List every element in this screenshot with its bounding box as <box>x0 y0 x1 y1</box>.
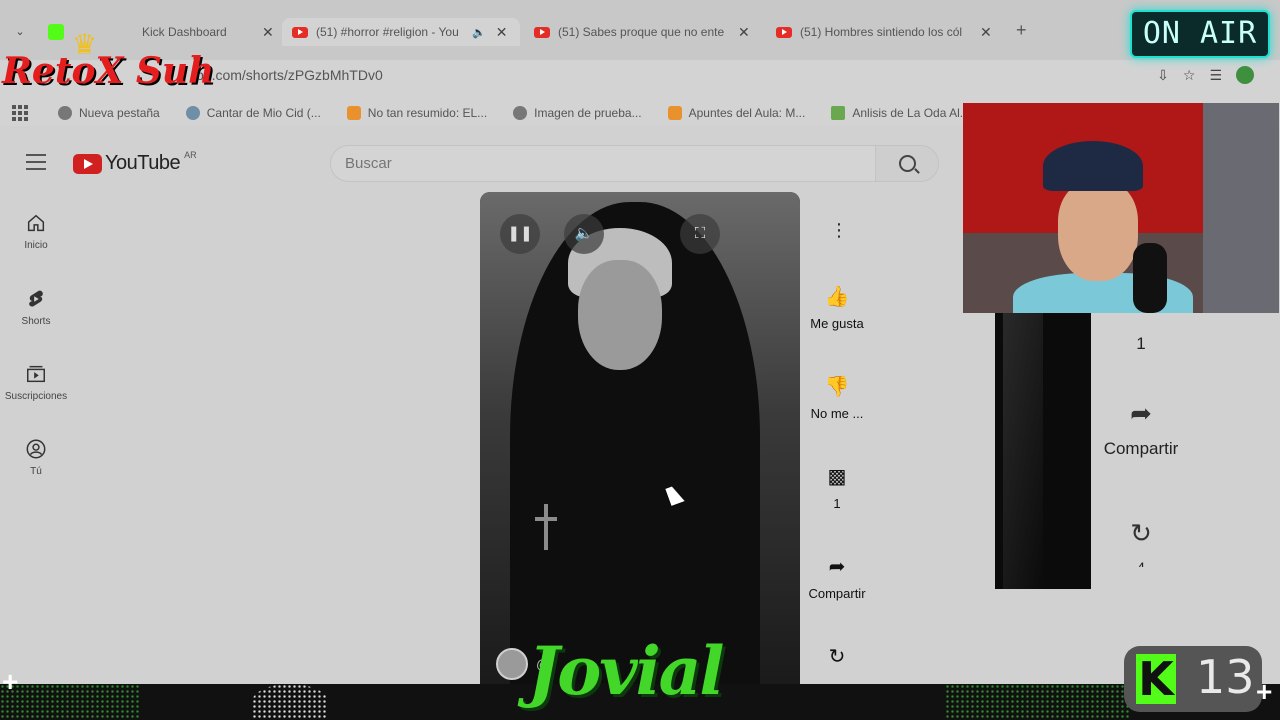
youtube-wordmark: YouTube <box>105 152 181 174</box>
kick-viewer-count: 13 <box>1196 650 1255 704</box>
cap <box>1043 141 1143 191</box>
menu-icon[interactable] <box>26 154 46 170</box>
blogger-icon <box>346 106 361 120</box>
close-tab-icon[interactable]: ✕ <box>262 24 274 41</box>
next-share-button[interactable]: ➦ Compartir <box>1096 398 1186 459</box>
share-arrow-icon: ➦ <box>828 556 846 578</box>
speaker-icon[interactable]: 🔈 <box>472 26 486 39</box>
new-tab-icon[interactable]: + <box>1016 20 1027 41</box>
media-controls-icon[interactable]: ☰ <box>1209 67 1222 84</box>
dot-pattern <box>945 684 1130 720</box>
tab-title: (51) Sabes proque que no ente <box>558 25 725 39</box>
region-code: AR <box>184 149 197 160</box>
youtube-icon <box>73 153 102 174</box>
home-icon <box>27 214 45 232</box>
bookmark-analisis-oda[interactable]: Anlisis de La Oda Al... <box>831 106 970 120</box>
blogger-icon <box>667 106 682 120</box>
pause-icon[interactable]: ❚❚ <box>500 214 540 254</box>
dot-pattern <box>252 684 328 720</box>
plus-icon: + <box>1256 676 1273 707</box>
next-short-thumbnail[interactable] <box>995 313 1091 589</box>
fullscreen-icon[interactable]: ⛶ <box>680 214 720 254</box>
dot-pattern <box>0 684 140 720</box>
kick-icon: K <box>1136 654 1176 704</box>
comment-icon: ▩ <box>827 466 847 488</box>
thumbs-down-icon: 👎 <box>824 376 850 398</box>
guide-item-inicio[interactable]: Inicio <box>0 212 72 251</box>
like-button[interactable]: 👍 Me gusta <box>802 286 872 331</box>
thumbs-up-icon: 👍 <box>824 286 850 308</box>
remix-icon: ↻ <box>1130 518 1152 548</box>
bookmark-no-tan-resumido[interactable]: No tan resumido: EL... <box>346 106 487 120</box>
url-text[interactable]: be.com/shorts/zPGzbMhTDv0 <box>196 67 383 83</box>
jovial-logo: Jovial <box>528 632 725 710</box>
bookmark-imagen-prueba[interactable]: Imagen de prueba... <box>513 106 642 120</box>
apps-grid-icon[interactable] <box>12 105 28 121</box>
next-remix-button[interactable]: ↻ 4 <box>1096 518 1186 567</box>
close-tab-icon[interactable]: ✕ <box>738 24 750 41</box>
short-video-player[interactable]: ❚❚ 🔈 ⛶ <box>480 192 800 688</box>
youtube-logo[interactable]: YouTube AR <box>73 149 197 175</box>
guide-item-shorts[interactable]: Shorts <box>0 288 72 327</box>
channel-avatar[interactable] <box>496 648 528 680</box>
dislike-button[interactable]: 👎 No me ... <box>802 376 872 421</box>
comments-button[interactable]: ▩ 1 <box>802 466 872 511</box>
video-frame-face <box>578 260 662 370</box>
tab-sabes-proque[interactable]: (51) Sabes proque que no ente ✕ <box>534 18 750 46</box>
share-button[interactable]: ➦ Compartir <box>802 556 872 601</box>
next-comments-count: 1 <box>1136 334 1146 353</box>
tab-title: (51) Hombres sintiendo los cól <box>800 25 963 39</box>
globe-icon <box>58 106 72 120</box>
install-icon[interactable]: ⇩ <box>1157 67 1169 84</box>
tab-horror-religion[interactable]: (51) #horror #religion - You 🔈 ✕ <box>282 18 520 46</box>
close-tab-icon[interactable]: ✕ <box>980 24 992 41</box>
bookmark-cantar-mio-cid[interactable]: Cantar de Mio Cid (... <box>185 106 321 120</box>
on-air-sign: ON AIR <box>1130 10 1270 58</box>
search-icon[interactable] <box>875 145 939 182</box>
streamer-webcam <box>963 103 1279 313</box>
more-options-icon[interactable]: ⋮ <box>830 220 848 241</box>
bookmark-nueva-pestana[interactable]: Nueva pestaña <box>58 106 160 120</box>
bookmark-apuntes-aula[interactable]: Apuntes del Aula: M... <box>667 106 805 120</box>
profile-avatar[interactable] <box>1236 66 1254 84</box>
microphone-icon <box>1133 243 1167 313</box>
guide-item-suscripciones[interactable]: Suscripciones <box>0 363 72 402</box>
share-arrow-icon: ➦ <box>1130 398 1152 428</box>
bookmark-star-icon[interactable]: ☆ <box>1183 67 1196 84</box>
address-bar-icons: ⇩ ☆ ☰ <box>1157 66 1254 84</box>
subscriptions-icon <box>27 365 45 383</box>
volume-icon[interactable]: 🔈 <box>564 214 604 254</box>
tab-hombres-sintiendo[interactable]: (51) Hombres sintiendo los cól ✕ <box>776 18 992 46</box>
guide-item-tu[interactable]: Tú <box>0 438 72 477</box>
close-tab-icon[interactable]: ✕ <box>496 24 508 41</box>
remix-icon: ↻ <box>828 646 846 668</box>
wordpress-icon <box>185 106 200 120</box>
plus-icon: + <box>2 666 19 697</box>
youtube-icon <box>776 26 792 38</box>
crucifix-icon <box>544 504 548 550</box>
globe-icon <box>513 106 528 120</box>
tab-title: (51) #horror #religion - You <box>316 25 459 39</box>
youtube-icon <box>534 26 550 38</box>
image-icon <box>831 106 846 120</box>
remix-button[interactable]: ↻ <box>802 646 872 676</box>
search-input[interactable] <box>330 145 875 182</box>
account-icon <box>26 439 46 459</box>
youtube-icon <box>292 26 308 38</box>
shorts-icon <box>29 290 43 307</box>
reto-logo: ♛ RetoX Suh <box>2 29 215 92</box>
